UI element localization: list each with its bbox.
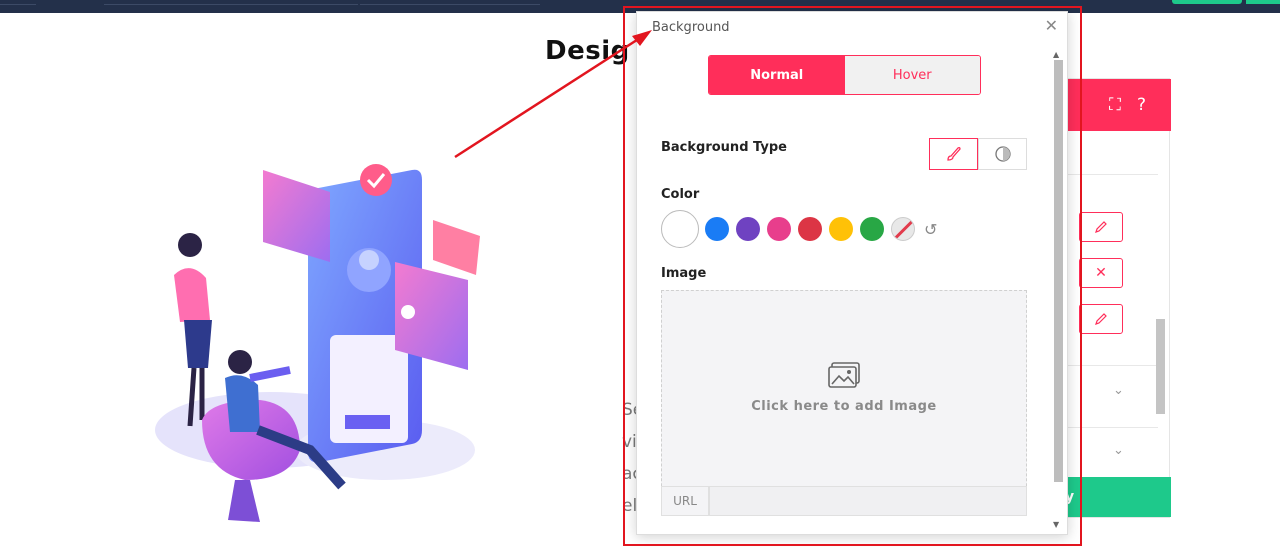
edit-icon [1095,221,1107,233]
page-heading: Desig [545,36,630,66]
annotation-highlight-box [623,6,1082,546]
edit-icon [1095,313,1107,325]
remove-button[interactable]: ✕ [1079,258,1123,288]
toolbar-segment[interactable] [0,0,36,5]
publish-options-button[interactable] [1246,0,1280,4]
chevron-down-icon[interactable]: ⌄ [1113,383,1124,398]
chevron-down-icon[interactable]: ⌄ [1113,443,1124,458]
side-scrollbar[interactable] [1155,179,1165,479]
edit-button[interactable] [1079,212,1123,242]
edit-button[interactable] [1079,304,1123,334]
help-icon[interactable]: ? [1137,95,1146,115]
toolbar-segment[interactable] [104,0,358,5]
close-icon: ✕ [1095,265,1107,281]
toolbar-segment[interactable] [360,0,540,5]
expand-icon[interactable]: ⛶ [1109,95,1121,115]
scrollbar-thumb[interactable] [1156,319,1165,414]
publish-button[interactable] [1172,0,1242,4]
isometric-illustration [155,164,480,522]
